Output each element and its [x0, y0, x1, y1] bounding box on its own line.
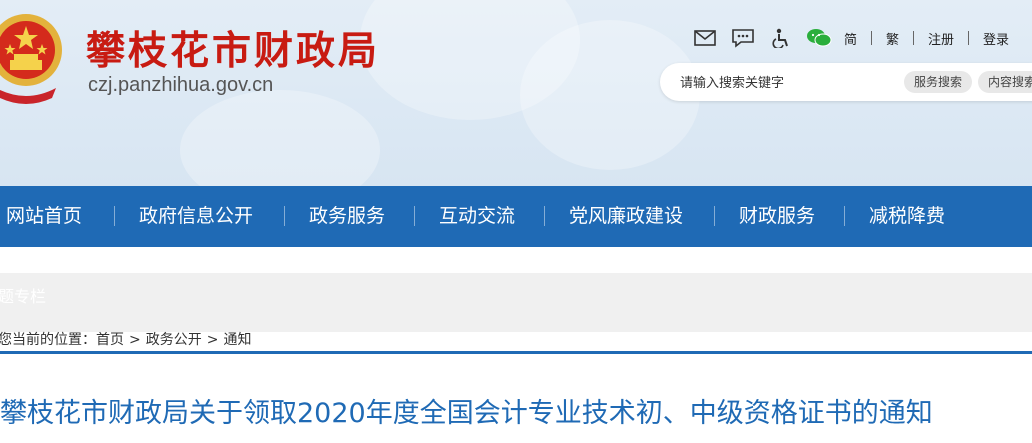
content-search-button[interactable]: 内容搜索 [978, 71, 1032, 93]
nav-divider [844, 206, 845, 226]
background-flower-decoration [180, 90, 380, 186]
content-divider [0, 351, 1032, 354]
register-link[interactable]: 注册 [928, 29, 954, 48]
nav-item-party-integrity[interactable]: 党风廉政建设 [569, 186, 683, 247]
article-title: 攀枝花市财政局关于领取2020年度全国会计专业技术初、中级资格证书的通知 [0, 398, 933, 429]
breadcrumb-separator: > [206, 332, 219, 348]
nav-divider [714, 206, 715, 226]
nav-divider [114, 206, 115, 226]
nav-divider [544, 206, 545, 226]
banner-text[interactable]: 题专栏 [0, 283, 46, 307]
breadcrumb-item-home[interactable]: 首页 [96, 332, 124, 348]
search-input[interactable] [678, 63, 882, 103]
nav-divider [414, 206, 415, 226]
accessibility-icon[interactable] [768, 27, 794, 49]
breadcrumb-item-notices[interactable]: 通知 [223, 332, 251, 348]
login-link[interactable]: 登录 [983, 29, 1009, 48]
site-title[interactable]: 攀枝花市财政局 [86, 20, 380, 76]
divider [913, 31, 915, 45]
topic-banner[interactable]: 题专栏 [0, 273, 1032, 332]
nav-item-government-services[interactable]: 政务服务 [309, 186, 385, 247]
simplified-chinese-link[interactable]: 简 [844, 29, 857, 48]
nav-item-government-info[interactable]: 政府信息公开 [139, 186, 253, 247]
national-emblem-logo[interactable] [0, 8, 66, 108]
search-box: 服务搜索 内容搜索 [660, 63, 1032, 103]
message-icon[interactable] [730, 27, 756, 49]
main-nav: 网站首页 政府信息公开 政务服务 互动交流 党风廉政建设 财政服务 减税降费 [0, 186, 1032, 247]
breadcrumb-separator: > [129, 332, 141, 348]
site-domain: czj.panzhihua.gov.cn [88, 74, 274, 96]
breadcrumb-prefix: 您当前的位置： [0, 332, 96, 348]
nav-item-interaction[interactable]: 互动交流 [439, 186, 515, 247]
nav-divider [284, 206, 285, 226]
nav-item-home[interactable]: 网站首页 [6, 186, 82, 247]
header-tools: 简 繁 注册 登录 [692, 26, 1009, 50]
breadcrumb-item-public-affairs[interactable]: 政务公开 [146, 332, 202, 348]
mail-icon[interactable] [692, 27, 718, 49]
divider [871, 31, 873, 45]
breadcrumb: 您当前的位置：首页 > 政务公开 > 通知 [0, 331, 251, 350]
service-search-button[interactable]: 服务搜索 [904, 71, 973, 93]
nav-item-finance-services[interactable]: 财政服务 [739, 186, 815, 247]
traditional-chinese-link[interactable]: 繁 [886, 29, 899, 48]
nav-item-tax-reduction[interactable]: 减税降费 [869, 186, 945, 247]
site-header: 攀枝花市财政局 czj.panzhihua.gov.cn 简 繁 注册 登录 服… [0, 0, 1032, 186]
wechat-icon[interactable] [806, 27, 832, 49]
divider [968, 31, 970, 45]
